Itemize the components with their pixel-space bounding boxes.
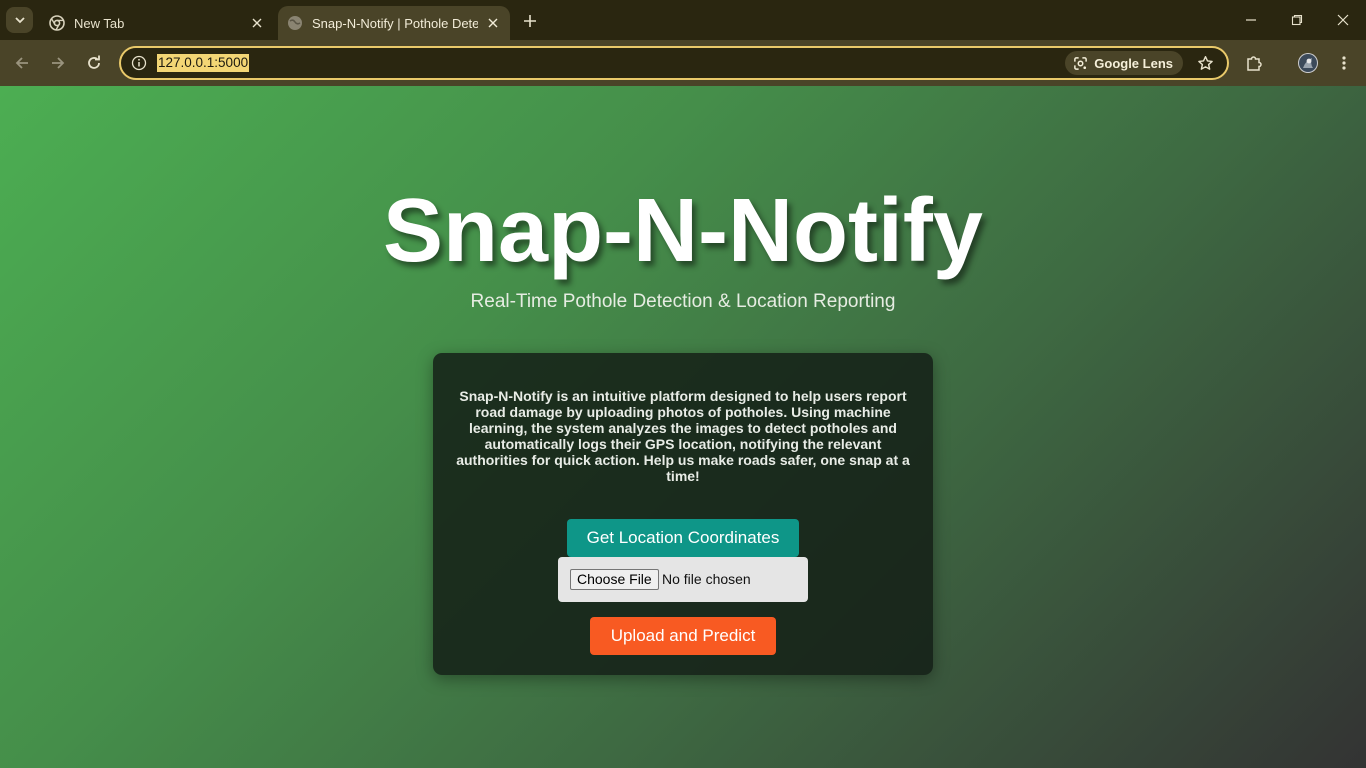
avatar-icon xyxy=(1298,53,1318,73)
tab-search-button[interactable] xyxy=(6,7,33,33)
close-window-button[interactable] xyxy=(1320,0,1366,40)
globe-icon xyxy=(287,15,303,31)
reload-icon xyxy=(88,55,100,69)
browser-toolbar: 127.0.0.1:5000 Google Lens xyxy=(0,40,1366,86)
get-location-button[interactable]: Get Location Coordinates xyxy=(567,519,799,557)
forward-button[interactable] xyxy=(44,49,72,77)
tab-title: New Tab xyxy=(74,15,125,31)
star-icon[interactable] xyxy=(1195,53,1215,73)
page-title: Snap-N-Notify xyxy=(383,181,983,281)
minimize-button[interactable] xyxy=(1228,0,1274,40)
plus-icon xyxy=(524,15,536,27)
restore-button[interactable] xyxy=(1274,0,1320,40)
puzzle-icon xyxy=(1247,56,1262,71)
upload-predict-button[interactable]: Upload and Predict xyxy=(590,617,776,655)
new-tab-button[interactable] xyxy=(518,9,542,33)
arrow-right-icon xyxy=(52,57,65,69)
file-status-text: No file chosen xyxy=(662,571,751,587)
chevron-down-icon xyxy=(14,17,25,24)
page-subtitle: Real-Time Pothole Detection & Location R… xyxy=(470,291,896,312)
lens-icon xyxy=(1074,56,1088,70)
profile-button[interactable] xyxy=(1294,49,1322,77)
restore-icon xyxy=(1291,14,1303,26)
tab-strip: New Tab Snap-N-Notify | Pothole Detectio… xyxy=(0,0,1366,40)
url-text[interactable]: 127.0.0.1:5000 xyxy=(157,54,250,72)
close-icon[interactable] xyxy=(246,12,268,34)
page-content: Snap-N-Notify Real-Time Pothole Detectio… xyxy=(0,86,1366,768)
arrow-left-icon xyxy=(15,57,28,69)
close-icon xyxy=(1337,14,1349,26)
more-vert-icon xyxy=(1342,56,1346,70)
info-icon[interactable] xyxy=(131,55,147,71)
menu-button[interactable] xyxy=(1330,49,1358,77)
file-input-container: Choose File No file chosen xyxy=(558,557,808,602)
address-bar[interactable]: 127.0.0.1:5000 Google Lens xyxy=(119,46,1229,80)
description-text: Snap-N-Notify is an intuitive platform d… xyxy=(456,388,910,484)
back-button[interactable] xyxy=(8,49,36,77)
choose-file-button[interactable]: Choose File xyxy=(570,569,659,590)
chrome-icon xyxy=(49,15,65,31)
google-lens-label: Google Lens xyxy=(1094,55,1173,71)
reload-button[interactable] xyxy=(80,49,108,77)
extensions-button[interactable] xyxy=(1240,49,1268,77)
close-icon[interactable] xyxy=(482,12,504,34)
tab-snap-n-notify[interactable]: Snap-N-Notify | Pothole Detection xyxy=(278,6,510,40)
tab-new-tab[interactable]: New Tab xyxy=(40,6,274,40)
upload-card: Snap-N-Notify is an intuitive platform d… xyxy=(433,353,933,675)
minimize-icon xyxy=(1246,19,1256,21)
google-lens-button[interactable]: Google Lens xyxy=(1065,51,1183,75)
tab-title: Snap-N-Notify | Pothole Detection xyxy=(312,15,478,31)
